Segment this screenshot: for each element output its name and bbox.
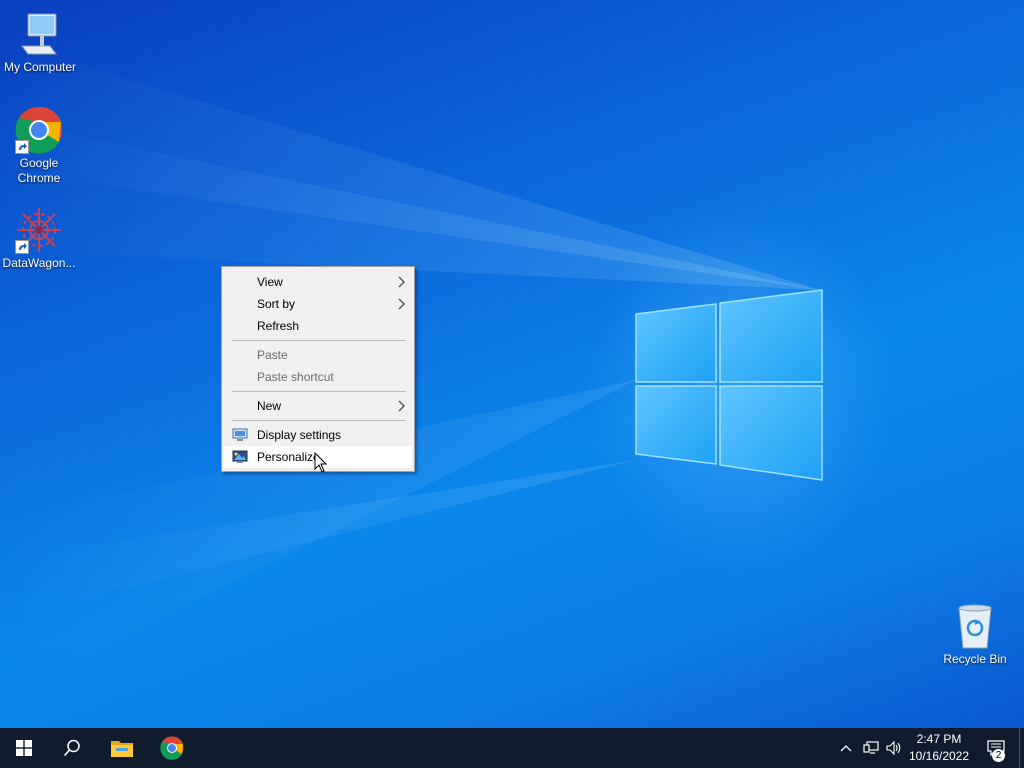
menu-item-label: View: [257, 275, 283, 289]
desktop-icon-google-chrome[interactable]: Google Chrome: [0, 106, 79, 186]
menu-item-view[interactable]: View: [224, 271, 412, 293]
notification-count-badge: 2: [992, 749, 1005, 762]
windows-start-icon: [16, 740, 32, 756]
network-icon: [863, 741, 879, 754]
clock-time: 2:47 PM: [916, 732, 962, 746]
menu-item-label: Paste shortcut: [257, 370, 334, 384]
menu-item-paste: Paste: [224, 344, 412, 366]
chevron-right-icon: [398, 276, 405, 288]
start-button[interactable]: [0, 728, 48, 768]
menu-item-paste-shortcut: Paste shortcut: [224, 366, 412, 388]
search-icon: [63, 739, 80, 757]
windows-logo-wallpaper: [635, 289, 823, 481]
desktop-icon-my-computer[interactable]: My Computer: [0, 10, 80, 75]
network-tray-button[interactable]: [858, 728, 884, 768]
chrome-icon: [160, 736, 184, 760]
taskbar-google-chrome[interactable]: [148, 728, 196, 768]
show-hidden-icons-button[interactable]: [834, 728, 858, 768]
menu-item-refresh[interactable]: Refresh: [224, 315, 412, 337]
menu-item-new[interactable]: New: [224, 395, 412, 417]
personalize-icon: [232, 450, 248, 463]
menu-item-label: Paste: [257, 348, 288, 362]
volume-icon: [886, 741, 901, 755]
menu-item-label: Personalize: [257, 450, 320, 464]
file-explorer-icon: [111, 741, 133, 757]
computer-icon: [16, 10, 64, 58]
taskbar-clock[interactable]: 2:47 PM 10/16/2022: [904, 731, 974, 765]
search-button[interactable]: [48, 728, 96, 768]
menu-separator: [232, 340, 406, 341]
action-center-button[interactable]: [974, 728, 1018, 768]
desktop-icon-label: Recycle Bin: [943, 652, 1007, 666]
desktop[interactable]: My Computer Google Chrome DataWagon... R…: [0, 0, 1024, 728]
desktop-icon-datawagon[interactable]: DataWagon...: [0, 206, 79, 271]
desktop-icon-label: Google Chrome: [17, 156, 61, 185]
wallpaper-light-beams: [0, 40, 820, 700]
chevron-up-icon: [840, 745, 852, 752]
menu-item-label: Display settings: [257, 428, 342, 442]
datawagon-icon: [15, 206, 63, 254]
shortcut-arrow-icon: [15, 240, 29, 254]
recycle-bin-icon: [951, 602, 999, 650]
desktop-icon-recycle-bin[interactable]: Recycle Bin: [935, 602, 1015, 667]
menu-separator: [232, 420, 406, 421]
menu-separator: [232, 391, 406, 392]
chevron-right-icon: [398, 400, 405, 412]
taskbar: 2:47 PM 10/16/2022 2: [0, 728, 1024, 768]
display-settings-icon: [232, 428, 248, 441]
chevron-right-icon: [398, 298, 405, 310]
volume-tray-button[interactable]: [882, 728, 906, 768]
chrome-icon: [15, 106, 63, 154]
desktop-icon-label: DataWagon...: [2, 256, 76, 270]
mouse-cursor-icon: [314, 452, 328, 473]
menu-item-label: Refresh: [257, 319, 300, 333]
menu-item-sort-by[interactable]: Sort by: [224, 293, 412, 315]
show-desktop-button[interactable]: [1019, 728, 1024, 768]
menu-item-label: New: [257, 399, 282, 413]
desktop-context-menu: View Sort by Refresh Paste Paste shortcu…: [221, 266, 415, 472]
shortcut-arrow-icon: [15, 140, 29, 154]
taskbar-file-explorer[interactable]: [98, 728, 146, 768]
clock-date: 10/16/2022: [908, 749, 970, 763]
menu-item-display-settings[interactable]: Display settings: [224, 424, 412, 446]
desktop-icon-label: My Computer: [3, 60, 77, 74]
menu-item-label: Sort by: [257, 297, 296, 311]
